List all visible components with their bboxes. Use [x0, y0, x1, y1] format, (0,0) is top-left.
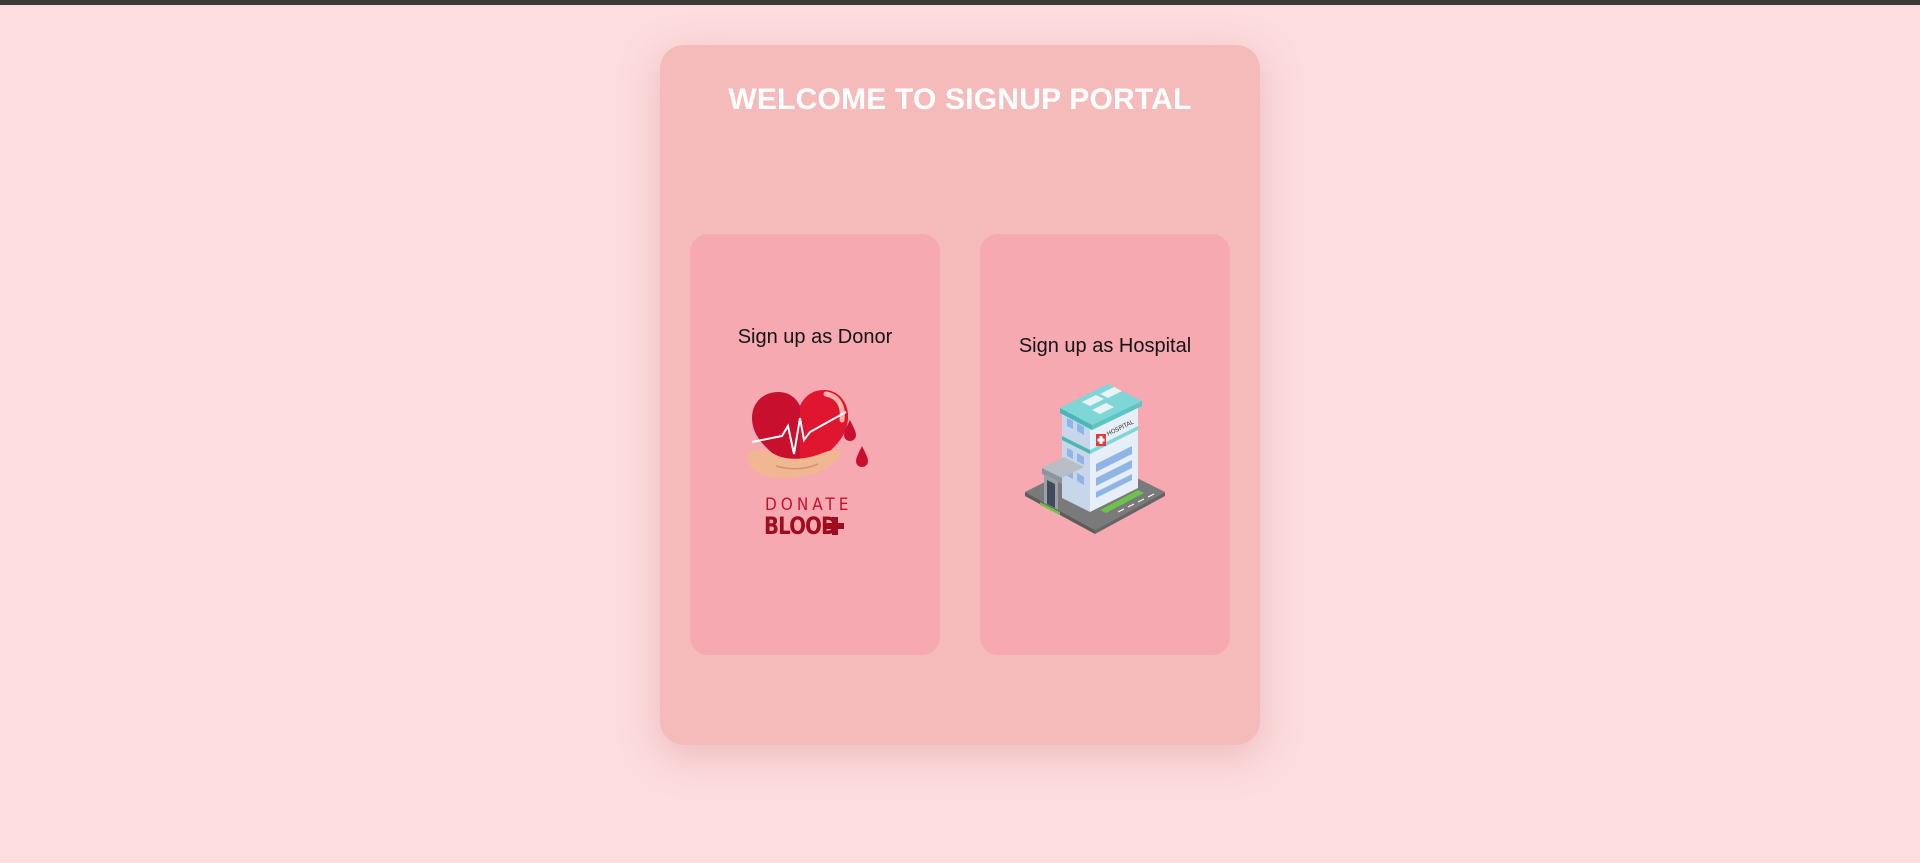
blood-logo-row: BLOOD [764, 512, 854, 542]
signup-donor-label: Sign up as Donor [737, 326, 893, 348]
signup-hospital-label: Sign up as Hospital [1018, 335, 1192, 357]
signup-donor-card[interactable]: Sign up as Donor DONATE BLOOD [690, 234, 940, 655]
page-title: WELCOME TO SIGNUP PORTAL [728, 83, 1192, 116]
signup-hospital-card[interactable]: Sign up as Hospital HOSPITAL [980, 234, 1230, 655]
signup-portal-panel: WELCOME TO SIGNUP PORTAL Sign up as Dono… [660, 45, 1260, 745]
medical-cross-icon [826, 517, 844, 535]
donate-blood-heart-icon [747, 390, 868, 479]
window-top-bar [0, 0, 1920, 5]
hospital-building-icon: HOSPITAL [1025, 384, 1165, 534]
